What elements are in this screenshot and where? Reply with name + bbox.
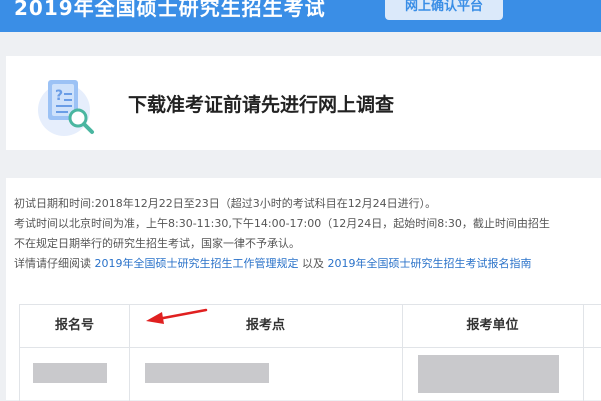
redacted-exam-site xyxy=(145,363,269,383)
reading-line: 详情请仔细阅读 2019年全国硕士研究生招生工作管理规定 以及 2019年全国硕… xyxy=(14,254,550,274)
survey-card[interactable]: ? 下载准考证前请先进行网上调查 xyxy=(6,56,601,150)
redacted-registration-number xyxy=(33,363,107,383)
exam-info-panel: 初试日期和时间:2018年12月22日至23日（超过3小时的考试科目在12月24… xyxy=(6,178,601,401)
document-magnifier-icon: ? xyxy=(38,80,94,136)
header-exam-institution: 报考单位 xyxy=(466,318,519,333)
exam-info: 初试日期和时间:2018年12月22日至23日（超过3小时的考试科目在12月24… xyxy=(14,194,550,274)
exam-time-line: 考试时间以北京时间为准，上午8:30-11:30,下午14:00-17:00（1… xyxy=(14,217,550,230)
exam-notice-line: 不在规定日期举行的研究生招生考试，国家一律不予承认。 xyxy=(14,237,300,250)
redacted-exam-institution xyxy=(418,355,559,393)
reading-mid: 以及 xyxy=(302,257,324,270)
survey-title: 下载准考证前请先进行网上调查 xyxy=(128,94,395,116)
registration-table: 报名号 报考点 报考单位 xyxy=(19,304,601,401)
regulation-link[interactable]: 2019年全国硕士研究生招生工作管理规定 xyxy=(95,257,299,270)
red-arrow-icon xyxy=(146,308,208,324)
reading-prefix: 详情请仔细阅读 xyxy=(14,257,91,270)
table-divider xyxy=(583,305,584,401)
header-registration-number: 报名号 xyxy=(54,318,94,333)
svg-text:?: ? xyxy=(55,88,63,104)
table-divider xyxy=(20,347,601,348)
guide-link[interactable]: 2019年全国硕士研究生招生考试报名指南 xyxy=(328,257,532,270)
top-banner: 2019年全国硕士研究生招生考试 网上确认平台 xyxy=(0,0,601,32)
banner-title: 2019年全国硕士研究生招生考试 xyxy=(14,0,326,20)
exam-date-line: 初试日期和时间:2018年12月22日至23日（超过3小时的考试科目在12月24… xyxy=(14,197,437,210)
banner-badge[interactable]: 网上确认平台 xyxy=(385,0,503,20)
